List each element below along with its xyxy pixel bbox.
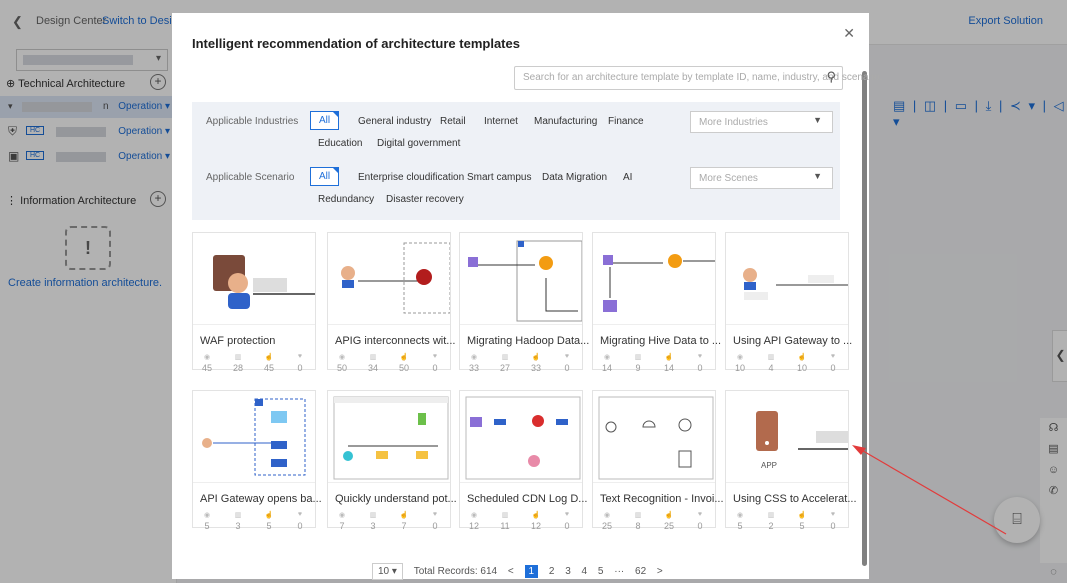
- annotation-arrow: [852, 445, 1007, 535]
